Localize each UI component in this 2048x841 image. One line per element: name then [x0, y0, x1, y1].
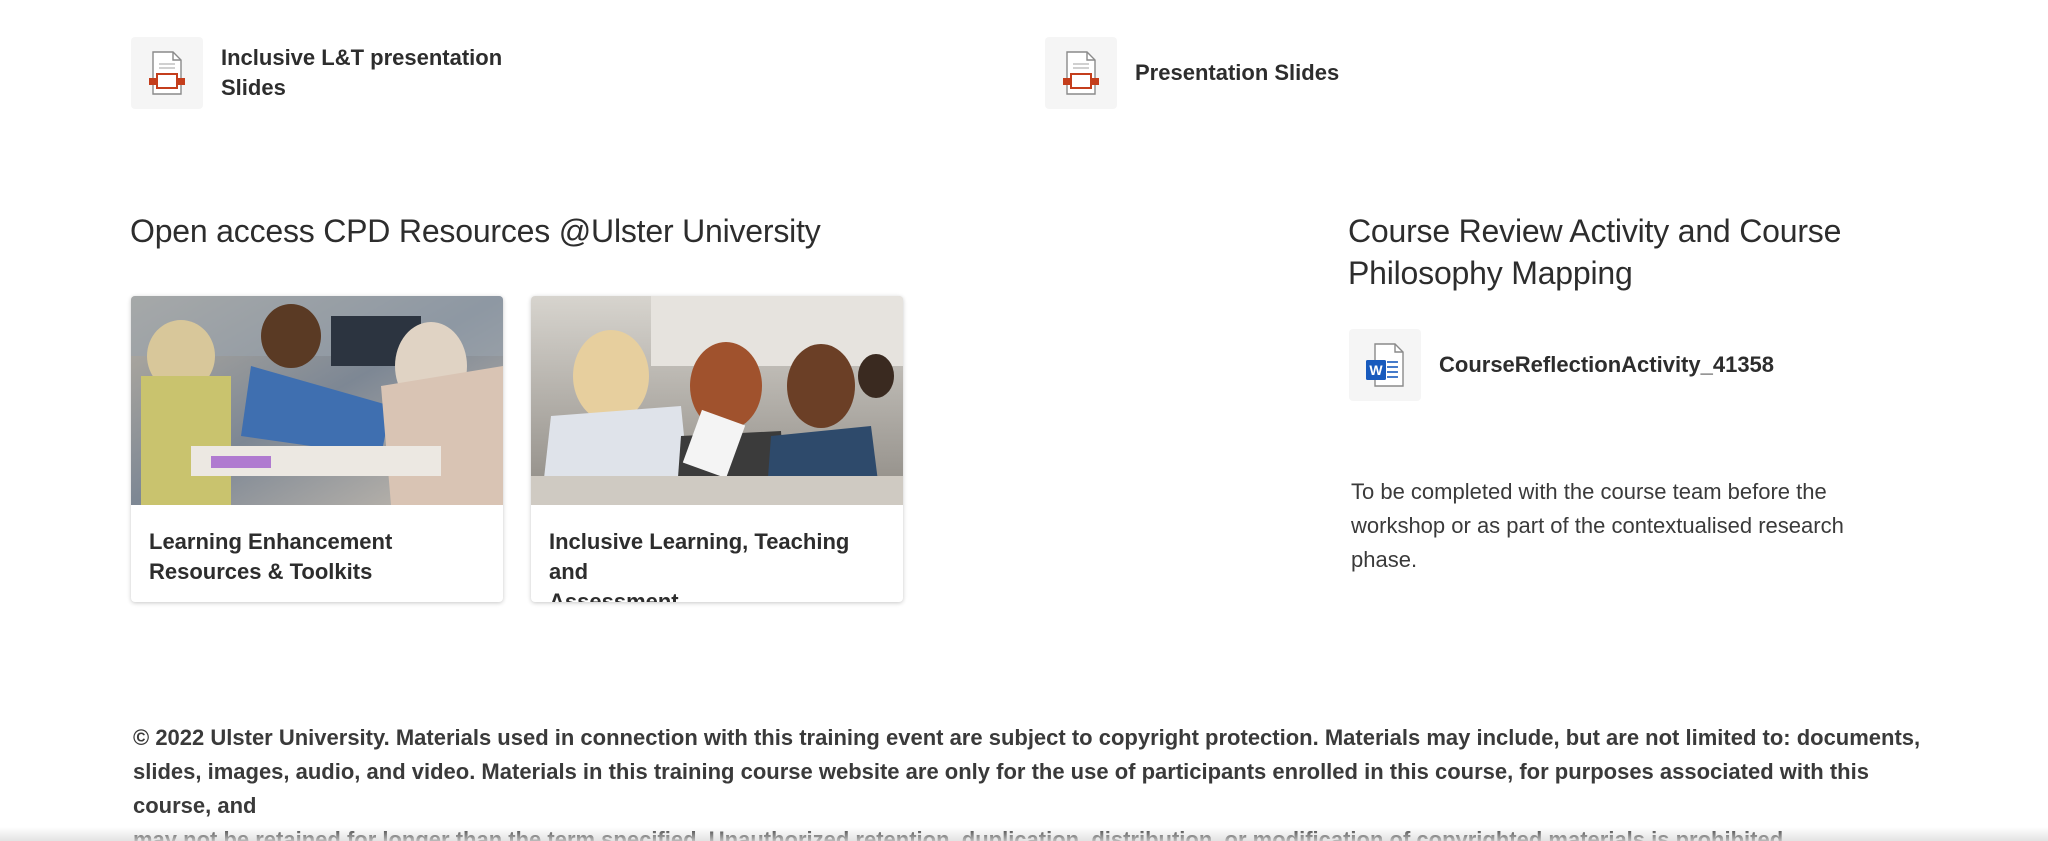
card-title-line2: Resources & Toolkits	[149, 559, 373, 584]
card-title-line2: Assessment	[549, 589, 679, 602]
inclusive-slides-label: Inclusive L&T presentation Slides	[221, 43, 502, 103]
bottom-fade-divider	[0, 827, 2048, 841]
course-reflection-label: CourseReflectionActivity_41358	[1439, 352, 1775, 377]
course-reflection-file-link[interactable]: W CourseReflectionActivity_41358	[1349, 329, 1774, 401]
presentation-slides-label: Presentation Slides	[1135, 60, 1340, 85]
review-section-title: Course Review Activity and Course Philos…	[1348, 210, 1841, 294]
cpd-card-learning-enhancement[interactable]: Learning Enhancement Resources & Toolkit…	[131, 296, 503, 602]
copyright-line2: slides, images, audio, and video. Materi…	[133, 759, 1869, 818]
inclusive-slides-label-line2: Slides	[221, 75, 286, 100]
card-title: Learning Enhancement Resources & Toolkit…	[131, 505, 503, 587]
inclusive-slides-file-link[interactable]: Inclusive L&T presentation Slides	[131, 37, 502, 109]
card-title: Inclusive Learning, Teaching and Assessm…	[531, 505, 903, 602]
review-note-text: To be completed with the course team bef…	[1351, 475, 1911, 577]
cpd-card-inclusive-learning[interactable]: Inclusive Learning, Teaching and Assessm…	[531, 296, 903, 602]
presentation-file-icon	[131, 37, 203, 109]
presentation-file-icon	[1045, 37, 1117, 109]
review-title-line1: Course Review Activity and Course	[1348, 213, 1842, 249]
review-note-line2: workshop or as part of the contextualise…	[1351, 513, 1844, 572]
word-document-icon: W	[1349, 329, 1421, 401]
copyright-notice: © 2022 Ulster University. Materials used…	[133, 721, 1923, 841]
card-title-line1: Learning Enhancement	[149, 529, 393, 554]
card-image-students-reading	[531, 296, 903, 505]
svg-text:W: W	[1369, 362, 1383, 378]
review-note-line1: To be completed with the course team bef…	[1351, 479, 1827, 504]
inclusive-slides-label-line1: Inclusive L&T presentation	[221, 45, 503, 70]
card-title-line1: Inclusive Learning, Teaching and	[549, 529, 850, 584]
card-image-classroom-workshop	[131, 296, 503, 505]
cpd-section-title: Open access CPD Resources @Ulster Univer…	[130, 213, 821, 249]
copyright-line1: © 2022 Ulster University. Materials used…	[133, 725, 1921, 750]
presentation-slides-file-link[interactable]: Presentation Slides	[1045, 37, 1339, 109]
review-title-line2: Philosophy Mapping	[1348, 255, 1633, 291]
